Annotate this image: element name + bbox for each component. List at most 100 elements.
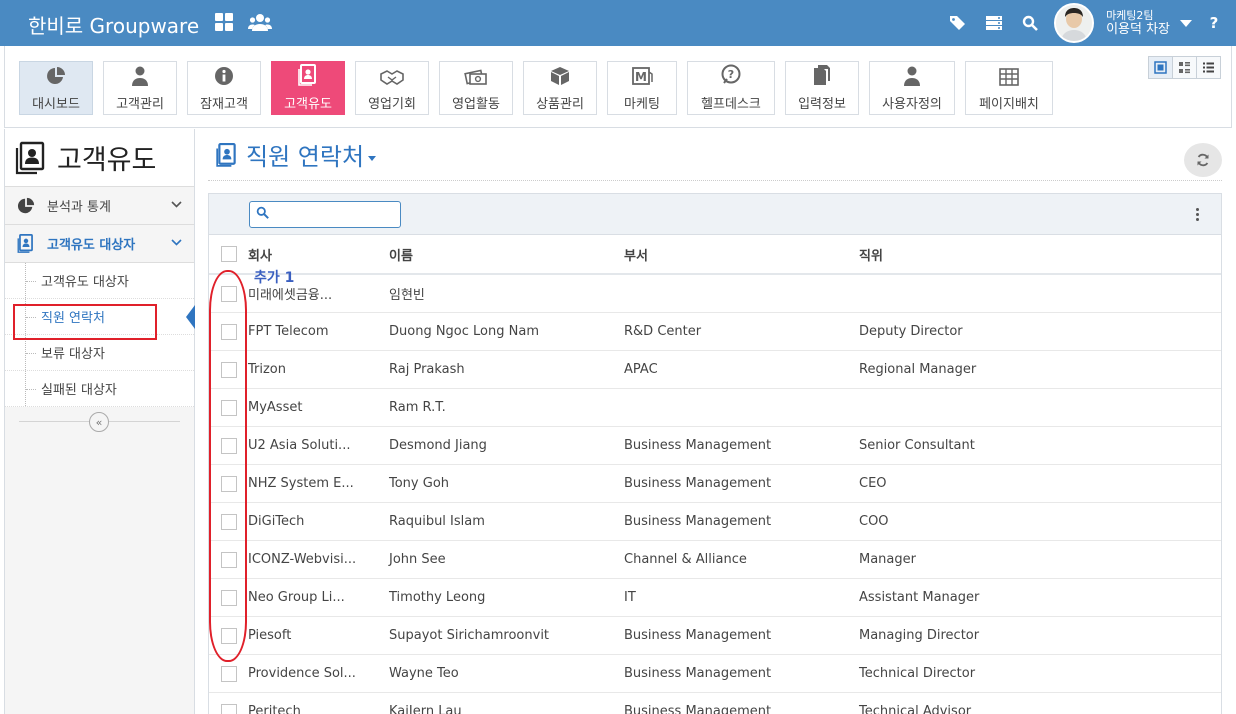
svg-text:?: ? (728, 68, 734, 81)
module-input-info[interactable]: 입력정보 (785, 61, 859, 115)
table-row[interactable]: Peritech KaiJern Lau Business Management Te… (209, 693, 1221, 714)
module-dashboard[interactable]: 대시보드 (19, 61, 93, 115)
cell-department: Channel & Alliance (624, 552, 747, 567)
person-icon (131, 66, 149, 90)
pie-chart-icon (46, 66, 66, 90)
cell-company: Piesoft (248, 628, 292, 643)
column-header-department[interactable]: 부서 (624, 245, 648, 264)
table-row[interactable]: Neo Group Li... Timothy Leong IT Assistant … (209, 579, 1221, 617)
documents-icon (812, 64, 832, 90)
cell-department: Business Management (624, 628, 772, 643)
table-row[interactable]: FPT Telecom Duong Ngoc Long Nam R&D Center… (209, 313, 1221, 351)
cell-name: Supayot Sirichamroonvit (389, 628, 550, 643)
apps-grid-icon[interactable] (214, 12, 234, 32)
module-toolbar: 대시보드 고객관리 잠재고객 고객유도 영업기회 영업활동 상품관리 M 마케팅… (4, 46, 1232, 128)
cell-name: Raquibul Islam (389, 514, 485, 529)
top-header: 한비로 Groupware 마케팅2팀 이용덕 차장 ? (0, 0, 1236, 46)
cell-name: Timothy Leong (389, 590, 486, 605)
column-header-position[interactable]: 직위 (859, 245, 883, 264)
sidebar-section-analytics[interactable]: 분석과 통계 (5, 187, 194, 225)
table-icon (999, 68, 1019, 90)
sidebar-title-text: 고객유도 (57, 145, 157, 176)
select-all-checkbox[interactable] (221, 246, 237, 262)
brand-title[interactable]: 한비로 Groupware (28, 10, 199, 39)
user-icon (903, 66, 921, 90)
module-sales-activity[interactable]: 영업활동 (439, 61, 513, 115)
list-view-icon[interactable] (1196, 56, 1221, 79)
single-view-icon[interactable] (1148, 56, 1173, 79)
table-row[interactable]: Piesoft Supayot Sirichamroonvit Business M… (209, 617, 1221, 655)
question-bubble-icon: ? (720, 64, 742, 90)
cell-name: Raj Prakash (389, 362, 465, 377)
cell-position: Assistant Manager (859, 590, 980, 605)
avatar[interactable] (1054, 3, 1095, 43)
grid-toolbar (209, 194, 1221, 235)
cell-department: Business Management (624, 438, 772, 453)
table-row[interactable]: U2 Asia Soluti... Desmond Jiang Business M… (209, 427, 1221, 465)
module-label: 헬프데스크 (701, 97, 761, 112)
module-opportunity[interactable]: 영업기회 (355, 61, 429, 115)
module-label: 고객관리 (116, 97, 164, 112)
table-row[interactable]: MyAsset Ram R.T. (209, 389, 1221, 427)
svg-text:M: M (635, 70, 647, 84)
module-page-layout[interactable]: 페이지배치 (965, 61, 1053, 115)
module-label: 대시보드 (32, 97, 80, 112)
row-checkbox[interactable] (221, 703, 237, 714)
cell-company: NHZ System E... (248, 476, 354, 491)
table-row[interactable]: ICONZ-Webvisi... John See Channel & Allian… (209, 541, 1221, 579)
users-icon[interactable] (248, 12, 272, 32)
tags-icon[interactable] (940, 0, 976, 46)
view-switcher (1148, 56, 1221, 79)
column-header-company[interactable]: 회사 (248, 245, 272, 264)
user-info[interactable]: 마케팅2팀 이용덕 차장 (1106, 9, 1170, 37)
page-title[interactable]: 직원 연락처 (216, 137, 377, 172)
table-row[interactable]: DiGiTech Raquibul Islam Business Managemen… (209, 503, 1221, 541)
module-label: 영업활동 (452, 97, 500, 112)
highlight-box (13, 304, 157, 340)
module-products[interactable]: 상품관리 (523, 61, 597, 115)
table-row[interactable]: 미래에셋금융... 임현빈 (209, 275, 1221, 313)
cell-position: Managing Director (859, 628, 980, 643)
module-marketing[interactable]: M 마케팅 (607, 61, 677, 115)
row-checkbox[interactable] (221, 665, 237, 682)
collapse-double-chevron-icon[interactable]: « (89, 412, 109, 432)
module-customer[interactable]: 고객관리 (103, 61, 177, 115)
refresh-icon[interactable] (1184, 143, 1222, 177)
section-label: 고객유도 대상자 (47, 238, 136, 253)
search-icon[interactable] (1012, 0, 1048, 46)
column-header-name[interactable]: 이름 (389, 245, 413, 264)
module-label: 상품관리 (536, 97, 584, 112)
section-label: 분석과 통계 (47, 200, 111, 215)
more-options-icon[interactable] (1196, 208, 1199, 221)
cell-department: Business Management (624, 704, 772, 714)
grid-view-icon[interactable] (1172, 56, 1197, 79)
sidebar-item-label: 보류 대상자 (41, 347, 105, 362)
contact-card-icon (216, 142, 238, 167)
cell-name: Duong Ngoc Long Nam (389, 324, 539, 339)
module-helpdesk[interactable]: ? 헬프데스크 (687, 61, 775, 115)
search-box[interactable] (249, 201, 401, 228)
module-lead[interactable]: 고객유도 (271, 61, 345, 115)
cell-department: IT (624, 590, 636, 605)
sidebar-item-on-hold[interactable]: 보류 대상자 (5, 335, 194, 371)
cell-name: John See (389, 552, 446, 567)
search-input[interactable] (273, 207, 393, 222)
module-label: 잠재고객 (200, 97, 248, 112)
cell-name: Wayne Teo (389, 666, 459, 681)
module-label: 고객유도 (284, 97, 332, 112)
table-row[interactable]: Providence Sol... Wayne Teo Business Manag… (209, 655, 1221, 693)
table-row[interactable]: Trizon Raj Prakash APAC Regional Manager (209, 351, 1221, 389)
module-prospect[interactable]: 잠재고객 (187, 61, 261, 115)
table-row[interactable]: NHZ System E... Tony Goh Business Manageme… (209, 465, 1221, 503)
help-icon[interactable]: ? (1192, 14, 1236, 32)
sidebar-item-failed[interactable]: 실패된 대상자 (5, 371, 194, 407)
cell-position: Deputy Director (859, 324, 963, 339)
sidebar-item-lead-targets[interactable]: 고객유도 대상자 (5, 263, 194, 299)
module-user-defined[interactable]: 사용자정의 (869, 61, 955, 115)
user-name: 이용덕 차장 (1106, 22, 1170, 37)
cell-name: Ram R.T. (389, 400, 446, 415)
user-menu-caret-icon[interactable] (1180, 19, 1192, 27)
server-icon[interactable] (976, 0, 1012, 46)
sidebar-section-lead-targets[interactable]: 고객유도 대상자 (5, 225, 194, 263)
cell-company: Providence Sol... (248, 666, 356, 681)
